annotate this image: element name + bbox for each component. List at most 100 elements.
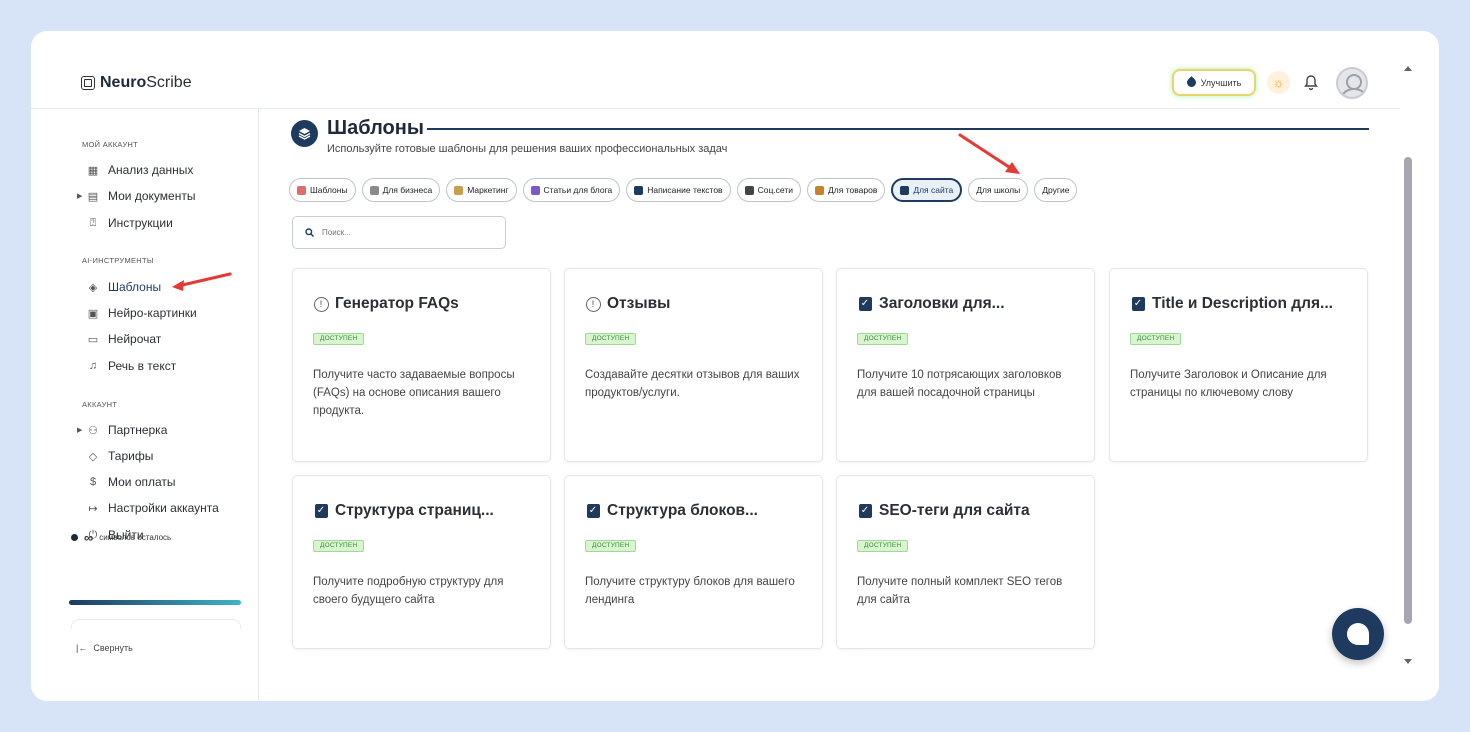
search-input[interactable]	[322, 228, 482, 237]
caret-right-icon: ▶	[77, 193, 83, 200]
help-icon: ⍰	[89, 216, 97, 229]
message-icon: ▭	[87, 333, 99, 346]
ledger-icon	[815, 185, 825, 195]
section-title-account: АККАУНТ	[82, 400, 118, 409]
logo[interactable]: NeuroScribe	[81, 74, 192, 92]
upgrade-label: Улучшить	[1200, 77, 1242, 88]
sidebar-item-payments[interactable]: $ Мои оплаты	[86, 475, 176, 489]
chat-icon	[1347, 623, 1369, 645]
sidebar-scroll-area[interactable]	[71, 619, 241, 629]
card-description: Создавайте десятки отзывов для ваших про…	[585, 369, 800, 399]
dollar-icon: $	[89, 476, 97, 488]
chip-label: Для школы	[976, 185, 1021, 195]
sidebar-item-label: Нейро-картинки	[108, 306, 197, 320]
chip-label: Для бизнеса	[382, 185, 433, 195]
template-card-seo-tags[interactable]: ✓ SEO-теги для сайта ДОСТУПЕН Получите по…	[836, 475, 1095, 649]
bell-icon[interactable]	[1304, 72, 1318, 92]
laptop-icon	[744, 185, 754, 195]
category-chip-website[interactable]: Для сайта	[891, 178, 963, 202]
sidebar-item-templates[interactable]: ◈ Шаблоны	[86, 280, 161, 294]
info-icon: !	[313, 296, 329, 312]
headphones-icon: ♫	[88, 360, 98, 372]
check-icon: ✓	[314, 504, 328, 518]
login-icon: ↦	[88, 502, 98, 515]
template-card-block-structure[interactable]: ✓ Структура блоков... ДОСТУПЕН Получите с…	[564, 475, 823, 649]
category-chip-copywriting[interactable]: Написание текстов	[626, 178, 731, 202]
template-card-faq[interactable]: ! Генератор FAQs ДОСТУПЕН Получите часто …	[292, 268, 551, 462]
app-window: NeuroScribe Улучшить ☼ МОЙ АККАУНТ ▦ Анал…	[31, 31, 1439, 701]
category-chip-other[interactable]: Другие	[1034, 178, 1078, 202]
chip-label: Соц.сети	[757, 185, 794, 195]
check-icon: ✓	[1131, 297, 1145, 311]
sidebar-item-label: Настройки аккаунта	[108, 501, 219, 515]
sidebar-item-instructions[interactable]: ⍰ Инструкции	[86, 216, 173, 230]
chip-label: Шаблоны	[310, 185, 348, 195]
avatar[interactable]	[1336, 67, 1368, 99]
section-title-my-account: МОЙ АККАУНТ	[82, 140, 139, 149]
scroll-down-arrow-icon[interactable]	[1404, 659, 1412, 664]
category-chip-social[interactable]: Соц.сети	[736, 178, 802, 202]
check-icon: ✓	[586, 504, 600, 518]
collapse-icon: |←	[76, 643, 88, 653]
checkbox-icon	[297, 185, 306, 195]
collapse-button[interactable]: |← Свернуть	[76, 643, 133, 653]
info-icon: !	[585, 296, 601, 312]
card-description: Получите полный комплект SEO тегов для с…	[857, 576, 1063, 606]
template-card-headlines[interactable]: ✓ Заголовки для... ДОСТУПЕН Получите 10 п…	[836, 268, 1095, 462]
category-chip-products[interactable]: Для товаров	[807, 178, 886, 202]
credits-label: символов осталось	[99, 533, 172, 542]
template-card-reviews[interactable]: ! Отзывы ДОСТУПЕН Создавайте десятки отзы…	[564, 268, 823, 462]
card-title: Генератор FAQs	[335, 295, 459, 312]
sidebar-item-label: Мои оплаты	[108, 475, 176, 489]
sidebar-item-analytics[interactable]: ▦ Анализ данных	[86, 163, 194, 177]
category-chip-school[interactable]: Для школы	[968, 178, 1029, 202]
rocket-icon	[1184, 76, 1198, 89]
scroll-thumb[interactable]	[1404, 157, 1412, 624]
upgrade-button[interactable]: Улучшить	[1172, 69, 1256, 96]
annotation-arrow-icon	[958, 133, 1020, 174]
books-icon	[530, 185, 540, 195]
page-scrollbar[interactable]	[1400, 62, 1416, 692]
card-description: Получите 10 потрясающих заголовков для в…	[857, 369, 1062, 399]
card-description: Получите часто задаваемые вопросы (FAQs)…	[313, 369, 515, 417]
sidebar-item-label: Шаблоны	[108, 280, 162, 294]
sidebar-item-documents[interactable]: ▶ ▤ Мои документы	[77, 189, 196, 203]
category-chip-business[interactable]: Для бизнеса	[361, 178, 441, 202]
card-title: Title и Description для...	[1152, 295, 1333, 312]
globe-icon	[900, 185, 910, 195]
sidebar-item-label: Мои документы	[108, 189, 196, 203]
category-chip-templates[interactable]: Шаблоны	[289, 178, 356, 202]
template-card-site-structure[interactable]: ✓ Структура страниц... ДОСТУПЕН Получите …	[292, 475, 551, 649]
phone-icon	[634, 185, 644, 195]
chip-icon	[81, 76, 95, 90]
card-title: Структура блоков...	[607, 502, 758, 519]
credits-progress-fill	[69, 600, 241, 605]
logo-bold: Neuro	[100, 74, 147, 91]
title-divider	[427, 128, 1369, 130]
sun-icon: ☼	[1272, 75, 1285, 90]
template-card-title-description[interactable]: ✓ Title и Description для... ДОСТУПЕН Пол…	[1109, 268, 1368, 462]
sidebar-item-tariffs[interactable]: ◇ Тарифы	[86, 449, 154, 463]
chip-label: Написание текстов	[647, 185, 723, 195]
grid-icon: ▦	[87, 164, 99, 177]
sidebar-item-chat[interactable]: ▭ Нейрочат	[86, 332, 162, 346]
sidebar-item-speech[interactable]: ♫ Речь в текст	[86, 359, 176, 373]
logo-light: Scribe	[146, 74, 192, 91]
page-subtitle: Используйте готовые шаблоны для решения …	[327, 143, 728, 155]
sidebar-item-label: Партнерка	[108, 423, 168, 437]
chip-label: Для товаров	[828, 185, 878, 195]
category-chip-marketing[interactable]: Маркетинг	[446, 178, 517, 202]
category-chip-blog[interactable]: Статьи для блога	[522, 178, 621, 202]
card-description: Получите Заголовок и Описание для страни…	[1130, 369, 1327, 399]
sidebar-item-label: Речь в текст	[108, 359, 177, 373]
sidebar-item-images[interactable]: ▣ Нейро-картинки	[86, 306, 197, 320]
card-description: Получите структуру блоков для вашего лен…	[585, 576, 795, 606]
chat-widget-button[interactable]	[1332, 608, 1384, 660]
theme-toggle-button[interactable]: ☼	[1267, 71, 1290, 94]
search-icon	[305, 228, 314, 237]
card-title: Отзывы	[607, 295, 671, 312]
sidebar-item-account-settings[interactable]: ↦ Настройки аккаунта	[86, 501, 219, 515]
sidebar-item-label: Инструкции	[108, 216, 173, 230]
sidebar-item-partner[interactable]: ▶ ⚇ Партнерка	[77, 423, 168, 437]
scroll-up-arrow-icon[interactable]	[1404, 66, 1412, 71]
